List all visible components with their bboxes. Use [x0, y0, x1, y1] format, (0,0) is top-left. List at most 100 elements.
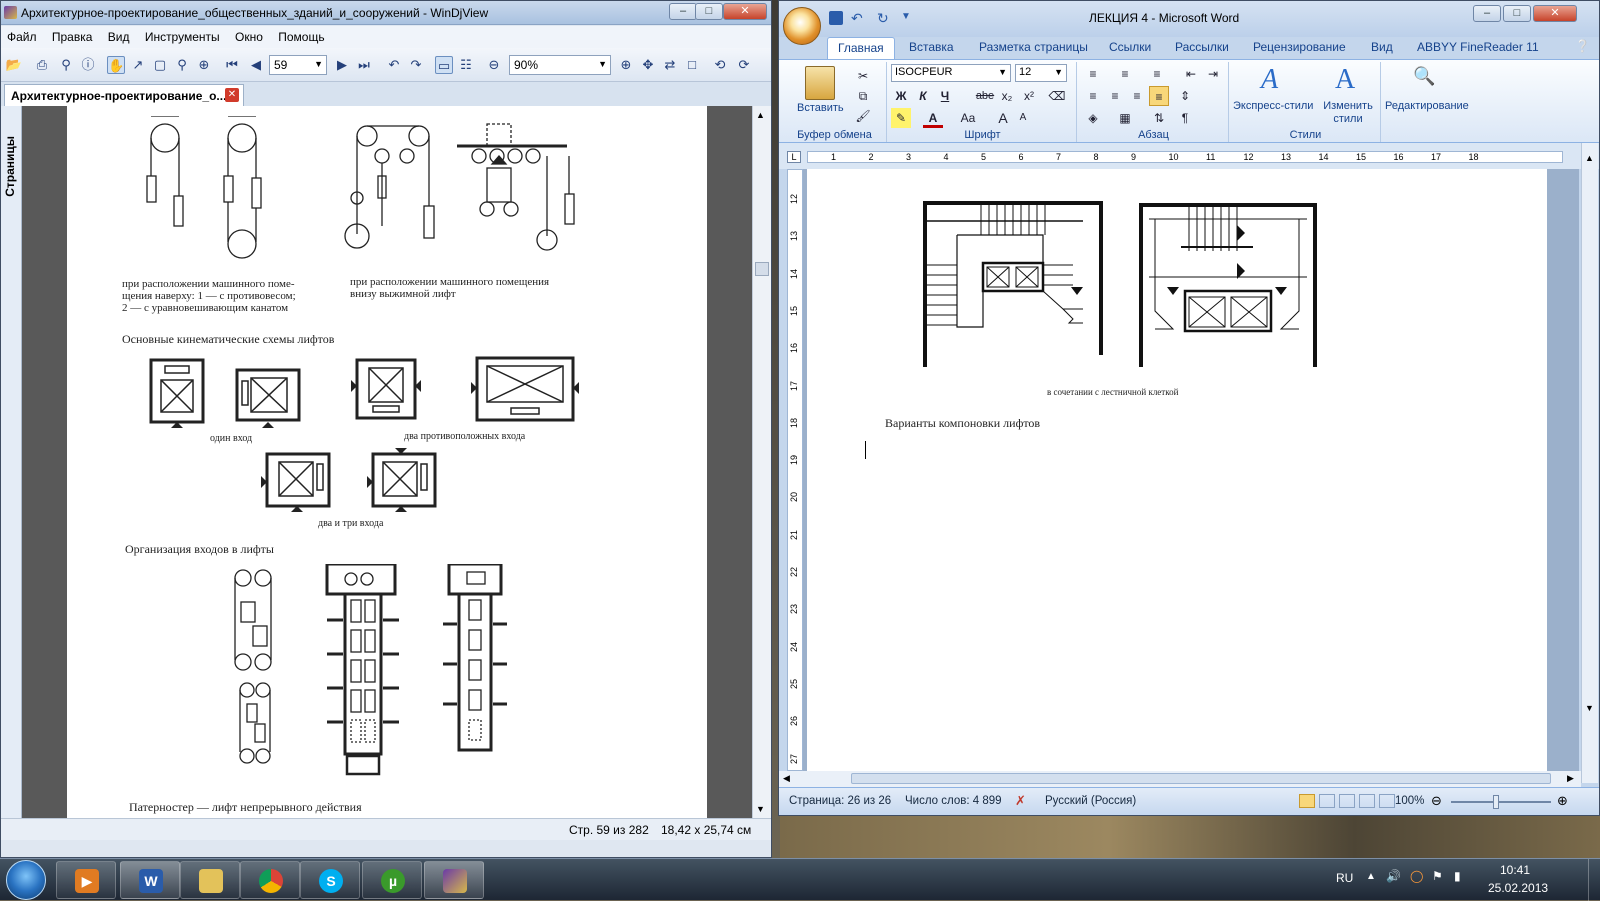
- clock-time[interactable]: 10:41: [1500, 863, 1530, 877]
- tab-home[interactable]: Главная: [827, 37, 895, 59]
- rect-select-icon[interactable]: ▢: [151, 56, 169, 74]
- express-styles-button[interactable]: Экспресс-стили: [1233, 100, 1313, 112]
- subscript-button[interactable]: x₂: [997, 86, 1017, 106]
- document-area[interactable]: в сочетании с лестничной клеткой Вариант…: [803, 169, 1579, 771]
- next-page-icon[interactable]: ▶: [333, 56, 351, 74]
- status-word-count[interactable]: Число слов: 4 899: [905, 795, 1002, 807]
- bold-button[interactable]: Ж: [891, 86, 911, 106]
- status-zoom[interactable]: 100%: [1395, 795, 1424, 807]
- justify-icon[interactable]: ≡: [1149, 86, 1169, 106]
- zoom-out-icon[interactable]: ⊖: [485, 56, 503, 74]
- sort-icon[interactable]: ⇅: [1149, 108, 1169, 128]
- select-tool-icon[interactable]: ↗: [129, 56, 147, 74]
- grow-font-button[interactable]: A: [993, 108, 1013, 128]
- align-right-icon[interactable]: ≡: [1127, 86, 1147, 106]
- print-layout-view-icon[interactable]: [1299, 794, 1315, 808]
- tab-selector-icon[interactable]: L: [787, 151, 801, 163]
- actual-size-icon[interactable]: □: [683, 56, 701, 74]
- taskbar-media-player[interactable]: ▶: [56, 861, 116, 899]
- opera-tray-icon[interactable]: ◯: [1410, 869, 1423, 883]
- horizontal-scrollbar[interactable]: ◀ ▶: [779, 771, 1581, 787]
- tab-mailings[interactable]: Рассылки: [1175, 40, 1229, 54]
- close-tab-icon[interactable]: ✕: [225, 88, 239, 102]
- taskbar-chrome[interactable]: [240, 861, 300, 899]
- pages-sidebar-tab[interactable]: Страницы: [1, 106, 22, 818]
- show-marks-icon[interactable]: ¶: [1175, 108, 1195, 128]
- hand-tool-icon[interactable]: ✋: [107, 56, 125, 74]
- zoom-in-icon[interactable]: ⊕: [617, 56, 635, 74]
- copy-icon[interactable]: ⧉: [853, 86, 873, 106]
- horizontal-ruler[interactable]: L 1 2 3 4 5 6 7 8 9 10 11 12 13 14 15 16 17 18: [779, 143, 1599, 169]
- binoculars-icon[interactable]: 🔍: [1413, 66, 1435, 87]
- full-screen-view-icon[interactable]: [1319, 794, 1335, 808]
- save-icon[interactable]: [829, 11, 843, 25]
- zoom-in-icon[interactable]: ⊕: [1557, 793, 1568, 809]
- office-button[interactable]: [783, 7, 821, 45]
- zoom-slider-thumb[interactable]: [1493, 795, 1499, 809]
- scroll-down-icon[interactable]: ▼: [1585, 703, 1594, 713]
- menu-view[interactable]: Вид: [102, 26, 136, 44]
- menu-window[interactable]: Окно: [229, 26, 269, 44]
- prev-page-icon[interactable]: ◀: [247, 56, 265, 74]
- font-size-select[interactable]: 12 ▼: [1015, 64, 1067, 82]
- vertical-scrollbar[interactable]: ▲ ▼: [1581, 143, 1598, 783]
- highlight-icon[interactable]: ✎: [891, 108, 911, 128]
- paste-icon[interactable]: [805, 66, 835, 100]
- status-language[interactable]: Русский (Россия): [1045, 795, 1136, 807]
- shading-icon[interactable]: ◈: [1083, 108, 1103, 128]
- taskbar-windjview[interactable]: [424, 861, 484, 899]
- tab-insert[interactable]: Вставка: [909, 40, 954, 54]
- minimize-button[interactable]: –: [669, 3, 697, 20]
- fit-width-icon[interactable]: ⇄: [661, 56, 679, 74]
- tab-abbyy[interactable]: ABBYY FineReader 11: [1417, 40, 1539, 54]
- underline-button[interactable]: Ч: [935, 86, 955, 106]
- single-page-icon[interactable]: ▭: [435, 56, 453, 74]
- tab-page-layout[interactable]: Разметка страницы: [979, 40, 1088, 54]
- word-page[interactable]: в сочетании с лестничной клеткой Вариант…: [807, 169, 1547, 771]
- draft-view-icon[interactable]: [1379, 794, 1395, 808]
- express-styles-icon[interactable]: A: [1261, 64, 1278, 96]
- scroll-left-icon[interactable]: ◀: [783, 773, 790, 784]
- change-case-button[interactable]: Aa: [955, 108, 981, 128]
- word-titlebar[interactable]: ↶ ↻ ▼ ЛЕКЦИЯ 4 - Microsoft Word – □ ✕: [779, 1, 1599, 37]
- menu-file[interactable]: Файл: [1, 26, 43, 44]
- tab-view[interactable]: Вид: [1371, 40, 1393, 54]
- language-indicator[interactable]: RU: [1336, 871, 1353, 885]
- show-hidden-icons-icon[interactable]: ▲: [1366, 871, 1376, 882]
- zoom-out-icon[interactable]: ⊖: [1431, 793, 1442, 809]
- scroll-right-icon[interactable]: ▶: [1567, 773, 1574, 784]
- redo-icon[interactable]: ↻: [877, 10, 889, 27]
- increase-indent-icon[interactable]: ⇥: [1203, 64, 1223, 84]
- page-number-input[interactable]: 59 ▼: [269, 55, 327, 75]
- scrollbar-thumb[interactable]: [755, 262, 769, 276]
- maximize-button[interactable]: □: [1503, 5, 1531, 22]
- borders-icon[interactable]: ▦: [1115, 108, 1135, 128]
- menu-edit[interactable]: Правка: [46, 26, 99, 44]
- rotate-right-icon[interactable]: ⟳: [735, 56, 753, 74]
- scroll-down-icon[interactable]: ▼: [756, 804, 765, 814]
- superscript-button[interactable]: x²: [1019, 86, 1039, 106]
- vertical-ruler[interactable]: 12 13 14 15 16 17 18 19 20 21 22 23 24 25 26 27: [787, 169, 803, 771]
- print-icon[interactable]: ⎙: [33, 56, 51, 74]
- web-view-icon[interactable]: [1339, 794, 1355, 808]
- tab-references[interactable]: Ссылки: [1109, 40, 1151, 54]
- shrink-font-button[interactable]: A: [1013, 108, 1033, 128]
- horizontal-scrollbar-thumb[interactable]: [851, 773, 1551, 784]
- clock-date[interactable]: 25.02.2013: [1488, 881, 1548, 895]
- two-page-icon[interactable]: ☷: [457, 56, 475, 74]
- cut-icon[interactable]: ✂: [853, 66, 873, 86]
- menu-help[interactable]: Помощь: [272, 26, 330, 44]
- numbering-icon[interactable]: ≡: [1115, 64, 1135, 84]
- rotate-left-icon[interactable]: ⟲: [711, 56, 729, 74]
- volume-icon[interactable]: 🔊: [1386, 869, 1401, 883]
- font-name-select[interactable]: ISOCPEUR ▼: [891, 64, 1011, 82]
- help-icon[interactable]: ❔: [1575, 39, 1590, 53]
- taskbar-skype[interactable]: S: [300, 861, 360, 899]
- undo-icon[interactable]: ↶: [851, 10, 863, 27]
- taskbar-word[interactable]: W: [120, 861, 180, 899]
- zoom-input[interactable]: 90% ▼: [509, 55, 611, 75]
- clear-format-icon[interactable]: ⌫: [1047, 86, 1067, 106]
- font-color-icon[interactable]: A: [923, 108, 943, 128]
- forward-icon[interactable]: ↷: [407, 56, 425, 74]
- tab-review[interactable]: Рецензирование: [1253, 40, 1346, 54]
